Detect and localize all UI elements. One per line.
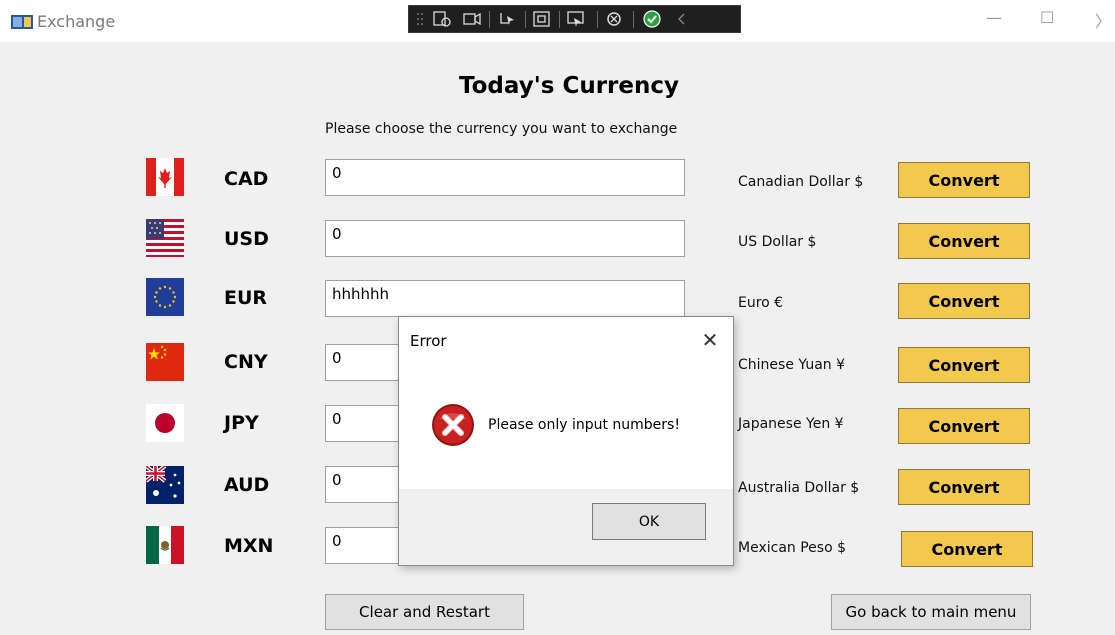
currency-name: Mexican Peso $	[738, 540, 846, 556]
japan-flag-icon	[146, 404, 184, 442]
window-titlebar: Exchange — ☐ 〉	[0, 0, 1115, 42]
amount-input-jpy[interactable]: 0	[325, 405, 400, 442]
page-title: Today's Currency	[459, 73, 679, 99]
currency-code: EUR	[224, 287, 268, 309]
minimize-button[interactable]: —	[986, 8, 1002, 27]
canada-flag-icon	[146, 158, 184, 196]
convert-button-eur[interactable]: Convert	[898, 283, 1030, 319]
convert-button-cny[interactable]: Convert	[898, 347, 1030, 383]
convert-button-jpy[interactable]: Convert	[898, 408, 1030, 444]
eu-flag-icon	[146, 278, 184, 316]
live-tree-icon[interactable]	[431, 10, 453, 28]
currency-code: CAD	[224, 168, 269, 190]
usa-flag-icon	[146, 219, 184, 257]
amount-input-eur[interactable]: hhhhhh	[325, 280, 685, 317]
amount-input-mxn[interactable]: 0	[325, 527, 400, 564]
window-title: Exchange	[37, 12, 116, 31]
currency-name: Japanese Yen ¥	[738, 416, 844, 432]
currency-code: AUD	[224, 474, 270, 496]
amount-input-usd[interactable]: 0	[325, 220, 685, 257]
hot-reload-icon[interactable]	[603, 10, 625, 28]
dialog-footer: OK	[399, 489, 733, 565]
record-icon[interactable]	[461, 10, 483, 28]
clear-restart-button[interactable]: Clear and Restart	[325, 594, 524, 630]
collapse-toolbar-icon[interactable]	[671, 10, 693, 28]
currency-code: MXN	[224, 535, 274, 557]
mexico-flag-icon	[146, 526, 184, 564]
check-status-icon[interactable]	[641, 10, 663, 28]
china-flag-icon	[146, 343, 184, 381]
close-icon[interactable]: ✕	[695, 325, 725, 355]
convert-button-aud[interactable]: Convert	[898, 469, 1030, 505]
track-focus-icon[interactable]	[565, 10, 587, 28]
debug-toolbar	[408, 5, 741, 33]
dialog-title: Error	[410, 332, 447, 350]
convert-button-cad[interactable]: Convert	[898, 162, 1030, 198]
select-element-icon[interactable]	[497, 10, 519, 28]
app-icon	[11, 15, 33, 29]
error-dialog: Error ✕ Please only input numbers! OK	[398, 316, 734, 566]
dialog-message: Please only input numbers!	[488, 417, 680, 433]
drag-handle-icon[interactable]	[415, 10, 425, 28]
toolbar-separator	[559, 11, 560, 28]
back-to-main-menu-button[interactable]: Go back to main menu	[831, 594, 1031, 630]
more-button[interactable]: 〉	[1095, 8, 1111, 32]
currency-name: US Dollar $	[738, 234, 817, 250]
amount-input-cny[interactable]: 0	[325, 344, 400, 381]
error-icon	[432, 404, 474, 446]
currency-code: CNY	[224, 351, 268, 373]
toolbar-separator	[489, 11, 490, 28]
currency-name: Australia Dollar $	[738, 480, 860, 496]
toolbar-separator	[633, 11, 634, 28]
amount-input-aud[interactable]: 0	[325, 466, 400, 503]
amount-input-cad[interactable]: 0	[325, 159, 685, 196]
convert-button-usd[interactable]: Convert	[898, 223, 1030, 259]
currency-code: USD	[224, 228, 269, 250]
currency-name: Chinese Yuan ¥	[738, 357, 846, 373]
maximize-button[interactable]: ☐	[1040, 8, 1054, 27]
currency-code: JPY	[224, 412, 259, 434]
toolbar-separator	[525, 11, 526, 28]
toolbar-separator	[597, 11, 598, 28]
ok-button[interactable]: OK	[592, 503, 706, 540]
page-subtitle: Please choose the currency you want to e…	[325, 121, 678, 137]
currency-name: Euro €	[738, 295, 784, 311]
currency-name: Canadian Dollar $	[738, 174, 864, 190]
australia-flag-icon	[146, 466, 184, 504]
convert-button-mxn[interactable]: Convert	[901, 531, 1033, 567]
layout-adorner-icon[interactable]	[531, 10, 553, 28]
